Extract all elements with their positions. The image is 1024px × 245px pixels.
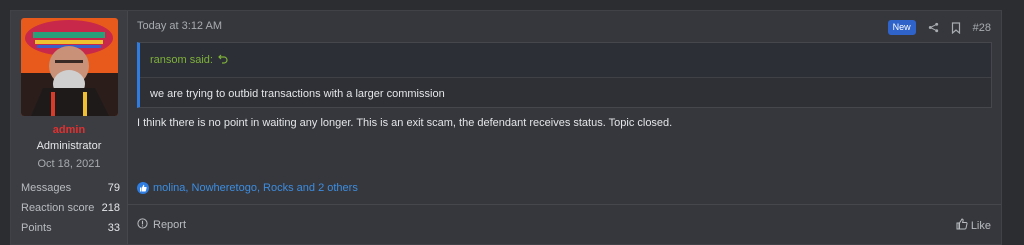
reactions-list[interactable]: molina, Nowheretogo, Rocks and 2 others (153, 182, 358, 194)
post-main: Today at 3:12 AM New #28 ransom said: we… (128, 11, 1001, 244)
quote-header[interactable]: ransom said: (140, 43, 991, 78)
like-button[interactable]: Like (956, 218, 991, 233)
share-icon[interactable] (927, 21, 941, 35)
username[interactable]: admin (11, 124, 127, 136)
stat-value: 33 (107, 222, 120, 234)
stat-reaction-score: Reaction score 218 (21, 198, 120, 218)
join-date: Oct 18, 2021 (37, 158, 101, 170)
quote-block: ransom said: we are trying to outbid tra… (137, 42, 992, 108)
stat-value: 79 (107, 182, 120, 194)
bookmark-icon[interactable] (949, 21, 963, 35)
quote-author[interactable]: ransom said: (150, 54, 213, 66)
avatar[interactable] (21, 18, 118, 116)
stat-label: Reaction score (21, 202, 95, 214)
thumbs-up-icon (956, 218, 968, 233)
stat-label: Points (21, 222, 52, 234)
like-label: Like (970, 219, 991, 232)
like-reaction-icon (137, 182, 149, 194)
report-icon (137, 218, 148, 232)
post-container: admin Administrator Oct 18, 2021 Message… (10, 10, 1002, 245)
report-button[interactable]: Report (137, 218, 186, 232)
user-stats: Messages 79 Reaction score 218 Points 33 (21, 178, 120, 238)
reply-arrow-icon[interactable] (218, 54, 228, 67)
post-number[interactable]: #28 (973, 22, 991, 34)
post-footer: Report Like (128, 204, 1001, 245)
stat-label: Messages (21, 182, 72, 194)
user-title: Administrator (36, 140, 102, 152)
stat-messages: Messages 79 (21, 178, 120, 198)
user-sidebar: admin Administrator Oct 18, 2021 Message… (11, 11, 128, 244)
stat-points: Points 33 (21, 218, 120, 238)
quote-text: we are trying to outbid transactions wit… (150, 88, 445, 100)
stat-value: 218 (101, 202, 120, 214)
reactions-bar[interactable]: molina, Nowheretogo, Rocks and 2 others (137, 182, 358, 194)
report-label: Report (153, 219, 187, 231)
post-message: I think there is no point in waiting any… (137, 117, 673, 129)
post-header-actions: New #28 (887, 20, 991, 35)
new-badge: New (887, 20, 916, 35)
post-date[interactable]: Today at 3:12 AM (137, 20, 222, 32)
